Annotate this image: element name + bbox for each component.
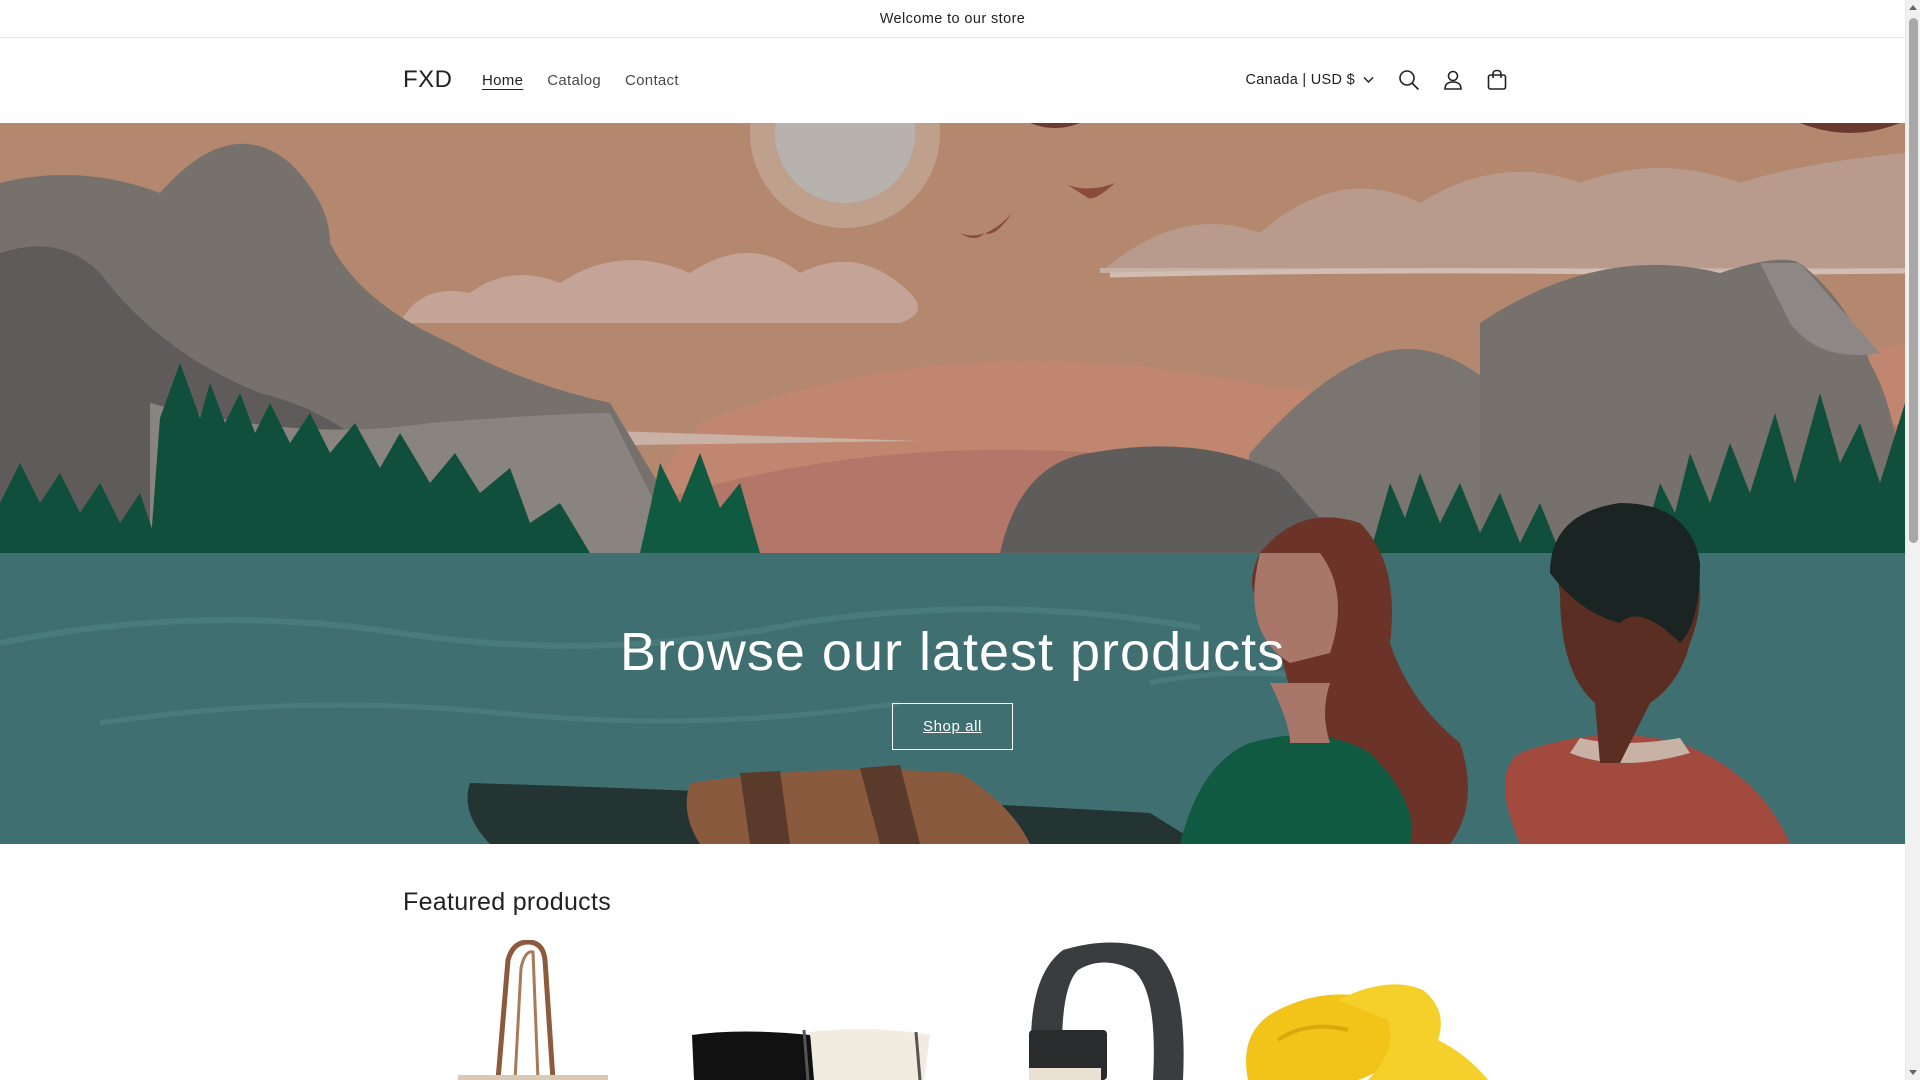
product-card-tote-bag[interactable]: [403, 940, 665, 1080]
yellow-slides-image: [1246, 984, 1488, 1080]
featured-products-title: Featured products: [403, 888, 611, 916]
scrollbar-thumb[interactable]: [1909, 18, 1918, 543]
hero-title: Browse our latest products: [619, 622, 1286, 682]
product-card-canvas-bags[interactable]: [680, 940, 942, 1080]
store-logo[interactable]: FXD: [403, 66, 453, 94]
main-nav: Home Catalog Contact: [482, 72, 679, 89]
country-selector[interactable]: Canada | USD $: [1245, 72, 1374, 88]
scroll-up-arrow-icon[interactable]: [1909, 5, 1917, 10]
featured-products-grid: [403, 940, 1500, 1080]
canvas-bags-image: [692, 1029, 930, 1080]
nylon-belt-image: [1029, 942, 1184, 1080]
nav-home[interactable]: Home: [482, 72, 523, 89]
header-actions: Canada | USD $: [1245, 60, 1510, 100]
hero-banner: Browse our latest products Shop all: [0, 123, 1905, 844]
chevron-down-icon: [1363, 72, 1374, 88]
tote-bag-image: [458, 940, 608, 1080]
page-scrollbar[interactable]: [1905, 0, 1920, 1080]
scroll-down-arrow-icon[interactable]: [1909, 1070, 1917, 1075]
product-card-slides[interactable]: [1238, 940, 1500, 1080]
cart-icon[interactable]: [1484, 67, 1510, 93]
product-card-belt[interactable]: [1003, 940, 1265, 1080]
announcement-bar: Welcome to our store: [0, 0, 1905, 38]
announcement-text: Welcome to our store: [879, 10, 1026, 27]
search-icon[interactable]: [1396, 67, 1422, 93]
site-header: FXD Home Catalog Contact Canada | USD $: [0, 38, 1905, 123]
shop-all-button[interactable]: Shop all: [891, 703, 1013, 750]
hero-content: Browse our latest products Shop all: [0, 621, 1905, 750]
country-selector-label: Canada | USD $: [1245, 72, 1355, 88]
nav-catalog[interactable]: Catalog: [547, 72, 601, 89]
account-icon[interactable]: [1440, 67, 1466, 93]
nav-contact[interactable]: Contact: [625, 72, 679, 89]
